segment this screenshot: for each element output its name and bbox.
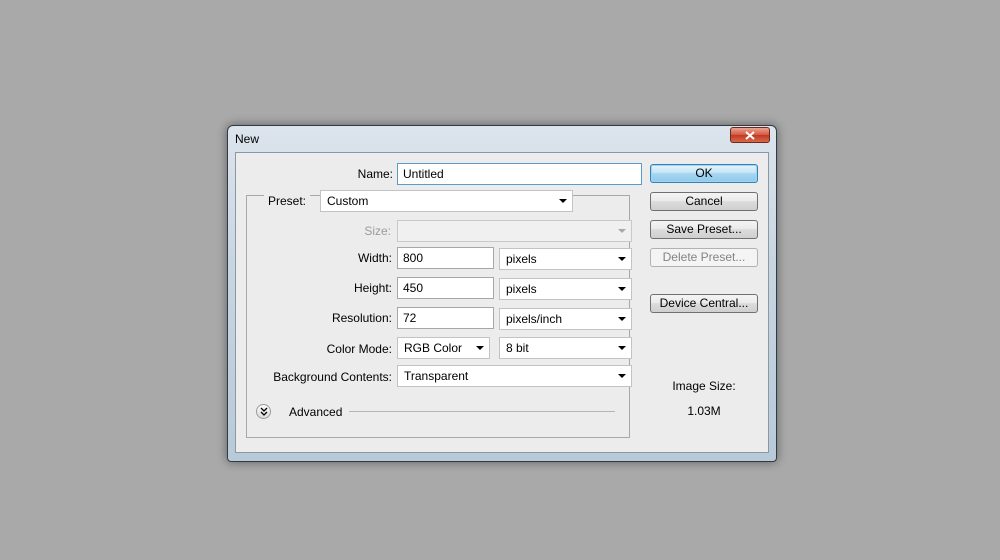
preset-value: Custom [327, 194, 369, 208]
name-input[interactable]: Untitled [397, 163, 642, 185]
image-size-value: 1.03M [687, 404, 721, 418]
ok-button[interactable]: OK [650, 164, 758, 183]
name-label: Name: [357, 167, 393, 181]
background-contents-label: Background Contents: [273, 370, 392, 384]
chevron-down-icon [618, 346, 626, 350]
title-bar[interactable]: New [228, 126, 776, 151]
bit-depth-select[interactable]: 8 bit [499, 337, 632, 359]
window-title: New [235, 132, 260, 146]
width-label: Width: [357, 251, 392, 265]
height-input[interactable]: 450 [397, 277, 494, 299]
chevron-down-icon [618, 317, 626, 321]
color-mode-select[interactable]: RGB Color [397, 337, 490, 359]
width-unit-value: pixels [506, 252, 537, 266]
resolution-unit-select[interactable]: pixels/inch [499, 308, 632, 330]
chevron-down-icon [618, 287, 626, 291]
save-preset-button[interactable]: Save Preset... [650, 220, 758, 239]
size-select [397, 220, 632, 242]
image-size-label: Image Size: [672, 379, 736, 393]
dialog-client-area: Name: Untitled Preset: Custom Size: Widt… [235, 152, 769, 453]
resolution-unit-value: pixels/inch [506, 312, 563, 326]
background-contents-value: Transparent [404, 369, 469, 383]
advanced-toggle-button[interactable] [256, 404, 271, 419]
resolution-input[interactable]: 72 [397, 307, 494, 329]
chevron-down-icon [559, 199, 567, 203]
chevron-down-icon [618, 374, 626, 378]
close-icon [745, 131, 755, 140]
preset-select[interactable]: Custom [320, 190, 573, 212]
chevron-down-icon [618, 229, 626, 233]
bit-depth-value: 8 bit [506, 341, 529, 355]
preset-label: Preset: [264, 194, 311, 208]
new-document-dialog: New Name: Untitled Preset: Custom Size: … [227, 125, 777, 462]
height-label: Height: [353, 281, 392, 295]
height-unit-value: pixels [506, 282, 537, 296]
device-central-button[interactable]: Device Central... [650, 294, 758, 313]
advanced-divider [349, 411, 615, 412]
close-button[interactable] [730, 127, 770, 143]
chevron-down-icon [618, 257, 626, 261]
width-input[interactable]: 800 [397, 247, 494, 269]
height-unit-select[interactable]: pixels [499, 278, 632, 300]
chevron-down-icon [476, 346, 484, 350]
advanced-label[interactable]: Advanced [289, 405, 342, 419]
background-contents-select[interactable]: Transparent [397, 365, 632, 387]
size-label: Size: [364, 224, 391, 238]
width-unit-select[interactable]: pixels [499, 248, 632, 270]
color-mode-label: Color Mode: [326, 342, 392, 356]
delete-preset-button: Delete Preset... [650, 248, 758, 267]
resolution-label: Resolution: [331, 311, 392, 325]
expand-chevrons-icon [260, 407, 268, 416]
cancel-button[interactable]: Cancel [650, 192, 758, 211]
color-mode-value: RGB Color [404, 341, 463, 355]
